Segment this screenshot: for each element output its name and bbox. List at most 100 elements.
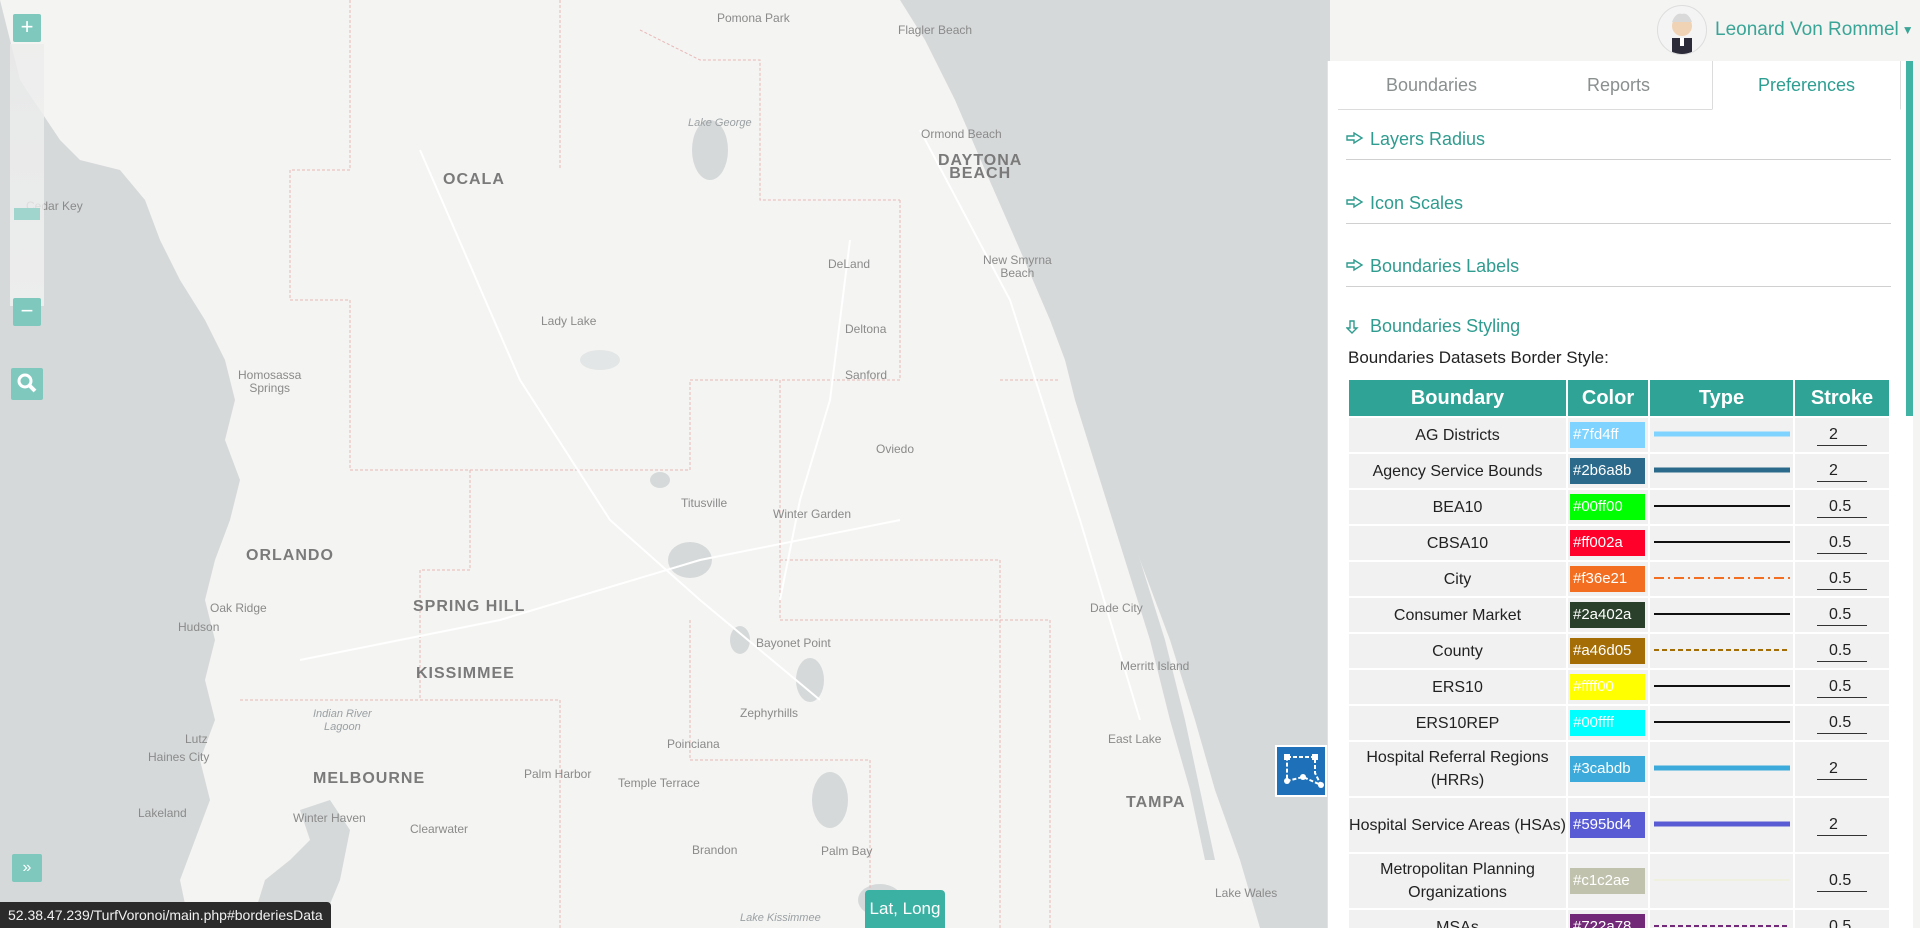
map-place-label: Temple Terrace xyxy=(618,776,700,790)
stroke-input[interactable]: 2 xyxy=(1817,460,1867,482)
hand-pointer-icon xyxy=(1346,132,1364,145)
user-menu[interactable]: Leonard Von Rommel ▼ xyxy=(1657,5,1914,55)
map-place-label: Zephyrhills xyxy=(740,706,799,720)
map-place-label: Flagler Beach xyxy=(898,23,973,37)
chevron-double-right-icon: » xyxy=(22,859,32,876)
section-icon-scales[interactable]: Icon Scales xyxy=(1346,183,1891,224)
map-place-label: Winter Garden xyxy=(773,507,852,521)
avatar[interactable] xyxy=(1657,5,1707,55)
line-style-preview xyxy=(1653,505,1790,507)
map-place-label: Oak Ridge xyxy=(210,601,267,615)
section-boundaries-styling[interactable]: Boundaries Styling xyxy=(1346,316,1520,337)
tab-boundaries[interactable]: Boundaries xyxy=(1338,61,1525,109)
map-place-label: Ormond Beach xyxy=(921,127,1002,141)
hand-pointer-icon xyxy=(1346,196,1364,209)
expand-button[interactable]: » xyxy=(12,854,42,882)
table-row: Agency Service Bounds #2b6a8b 2 xyxy=(1349,454,1889,488)
map-place-label: Hudson xyxy=(178,620,220,634)
zoom-control[interactable]: + − xyxy=(10,14,44,330)
line-type[interactable] xyxy=(1650,562,1793,596)
line-type[interactable] xyxy=(1650,910,1793,928)
boundary-name: ERS10REP xyxy=(1349,706,1566,740)
stroke-input[interactable]: 0.5 xyxy=(1817,640,1867,662)
color-swatch[interactable]: #595bd4 xyxy=(1570,812,1645,838)
section-layers-radius[interactable]: Layers Radius xyxy=(1346,119,1891,160)
boundary-name: CBSA10 xyxy=(1349,526,1566,560)
color-swatch[interactable]: #00ffff xyxy=(1570,710,1645,736)
status-url: 52.38.47.239/TurfVoronoi/main.php#border… xyxy=(0,902,331,928)
panel-scrollbar[interactable] xyxy=(1906,61,1913,416)
table-row: BEA10 #00ff00 0.5 xyxy=(1349,490,1889,524)
line-type[interactable] xyxy=(1650,798,1793,852)
section-boundaries-labels[interactable]: Boundaries Labels xyxy=(1346,246,1891,287)
stroke-input[interactable]: 0.5 xyxy=(1817,712,1867,734)
table-row: Metropolitan Planning Organizations #c1c2… xyxy=(1349,854,1889,908)
line-type[interactable] xyxy=(1650,526,1793,560)
table-row: ERS10REP #00ffff 0.5 xyxy=(1349,706,1889,740)
chevron-down-icon[interactable]: ▼ xyxy=(1902,23,1914,37)
line-type[interactable] xyxy=(1650,670,1793,704)
line-style-preview xyxy=(1653,541,1790,543)
color-swatch[interactable]: #2b6a8b xyxy=(1570,458,1645,484)
search-icon xyxy=(17,373,37,393)
tab-preferences[interactable]: Preferences xyxy=(1712,61,1901,110)
map-place-label: Indian River Lagoon xyxy=(313,708,372,733)
boundary-name: MSAs xyxy=(1349,910,1566,928)
color-swatch[interactable]: #722a78 xyxy=(1570,914,1645,928)
line-type[interactable] xyxy=(1650,598,1793,632)
table-row: Hospital Referral Regions (HRRs) #3cabdb 2 xyxy=(1349,742,1889,796)
map-place-label: Lake Kissimmee xyxy=(740,912,821,924)
boundary-name: ERS10 xyxy=(1349,670,1566,704)
color-swatch[interactable]: #a46d05 xyxy=(1570,638,1645,664)
stroke-input[interactable]: 0.5 xyxy=(1817,532,1867,554)
line-type[interactable] xyxy=(1650,742,1793,796)
lat-long-button[interactable]: Lat, Long xyxy=(865,890,945,928)
zoom-out-button[interactable]: − xyxy=(13,298,41,326)
stroke-input[interactable]: 2 xyxy=(1817,814,1867,836)
color-swatch[interactable]: #ffff00 xyxy=(1570,674,1645,700)
stroke-input[interactable]: 0.5 xyxy=(1817,870,1867,892)
table-row: AG Districts #7fd4ff 2 xyxy=(1349,418,1889,452)
boundary-name: City xyxy=(1349,562,1566,596)
line-type[interactable] xyxy=(1650,454,1793,488)
color-swatch[interactable]: #3cabdb xyxy=(1570,756,1645,782)
line-type[interactable] xyxy=(1650,418,1793,452)
color-swatch[interactable]: #00ff00 xyxy=(1570,494,1645,520)
map-place-label: TAMPA xyxy=(1126,794,1186,811)
user-name[interactable]: Leonard Von Rommel xyxy=(1715,19,1899,41)
line-type[interactable] xyxy=(1650,490,1793,524)
color-swatch[interactable]: #ff002a xyxy=(1570,530,1645,556)
zoom-slider-handle[interactable] xyxy=(14,208,40,220)
zoom-slider-track[interactable] xyxy=(10,44,44,306)
color-swatch[interactable]: #f36e21 xyxy=(1570,566,1645,592)
stroke-input[interactable]: 0.5 xyxy=(1817,568,1867,590)
draw-polygon-button[interactable] xyxy=(1275,745,1327,797)
boundary-name: County xyxy=(1349,634,1566,668)
map-place-label: OCALA xyxy=(443,171,505,188)
line-type[interactable] xyxy=(1650,634,1793,668)
stroke-input[interactable]: 0.5 xyxy=(1817,676,1867,698)
stroke-input[interactable]: 0.5 xyxy=(1817,604,1867,626)
stroke-input[interactable]: 0.5 xyxy=(1817,496,1867,518)
table-row: ERS10 #ffff00 0.5 xyxy=(1349,670,1889,704)
color-swatch[interactable]: #7fd4ff xyxy=(1570,422,1645,448)
line-style-preview xyxy=(1653,879,1790,881)
color-swatch[interactable]: #c1c2ae xyxy=(1570,868,1645,894)
map-place-label: Winter Haven xyxy=(293,811,366,825)
map-search-button[interactable] xyxy=(11,368,43,400)
table-row: Consumer Market #2a402a 0.5 xyxy=(1349,598,1889,632)
stroke-input[interactable]: 0.5 xyxy=(1817,916,1867,928)
map-place-label: DeLand xyxy=(828,257,871,271)
color-swatch[interactable]: #2a402a xyxy=(1570,602,1645,628)
line-type[interactable] xyxy=(1650,854,1793,908)
line-type[interactable] xyxy=(1650,706,1793,740)
stroke-input[interactable]: 2 xyxy=(1817,424,1867,446)
zoom-in-button[interactable]: + xyxy=(13,14,41,42)
map-place-label: DAYTONA BEACH xyxy=(938,152,1023,182)
map-place-label: Lady Lake xyxy=(541,314,597,328)
stroke-input[interactable]: 2 xyxy=(1817,758,1867,780)
section-label: Layers Radius xyxy=(1370,128,1486,149)
map-place-label: Haines City xyxy=(148,750,210,764)
col-color: Color xyxy=(1568,380,1648,416)
tab-reports[interactable]: Reports xyxy=(1525,61,1712,109)
